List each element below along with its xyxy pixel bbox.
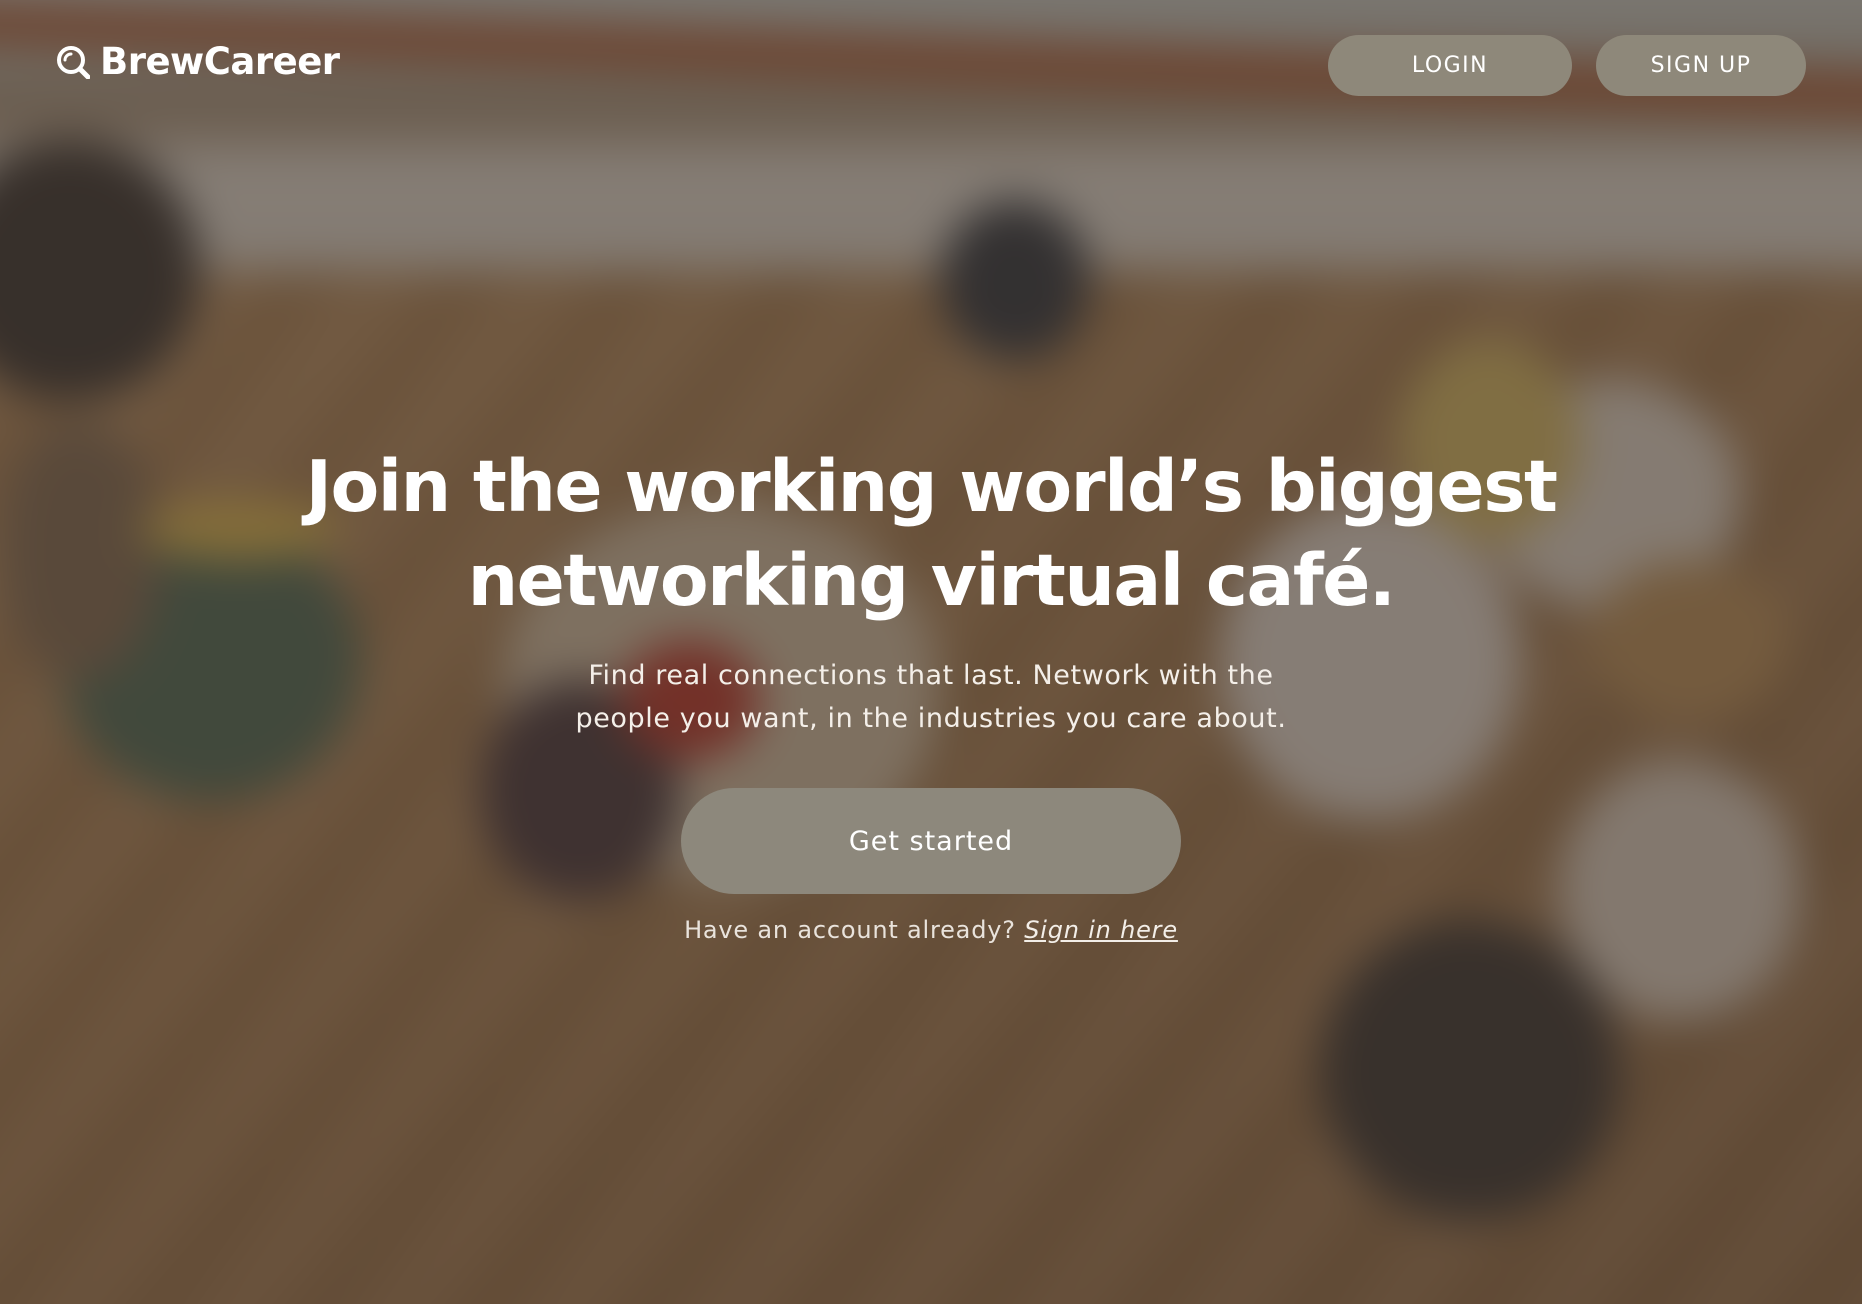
subtitle-line-1: Find real connections that last. Network… [588, 660, 1274, 691]
sign-in-link[interactable]: Sign in here [1024, 916, 1178, 944]
hero-headline: Join the working world’s biggest network… [0, 440, 1862, 628]
account-prompt-row: Have an account already? Sign in here [0, 916, 1862, 944]
magnifier-logo-icon [56, 45, 90, 79]
brand-logo[interactable]: BrewCareer [56, 40, 340, 83]
login-button[interactable]: LOGIN [1328, 35, 1572, 96]
headline-line-2: networking virtual café. [467, 539, 1396, 622]
header-nav: LOGIN SIGN UP [1328, 35, 1806, 96]
subtitle-line-2: people you want, in the industries you c… [575, 703, 1287, 734]
hero-subtitle: Find real connections that last. Network… [0, 654, 1862, 740]
brand-name: BrewCareer [100, 40, 340, 83]
signup-button[interactable]: SIGN UP [1596, 35, 1806, 96]
hero-section: Join the working world’s biggest network… [0, 440, 1862, 944]
get-started-button[interactable]: Get started [681, 788, 1181, 894]
headline-line-1: Join the working world’s biggest [305, 445, 1558, 528]
account-prompt-text: Have an account already? [684, 916, 1016, 944]
